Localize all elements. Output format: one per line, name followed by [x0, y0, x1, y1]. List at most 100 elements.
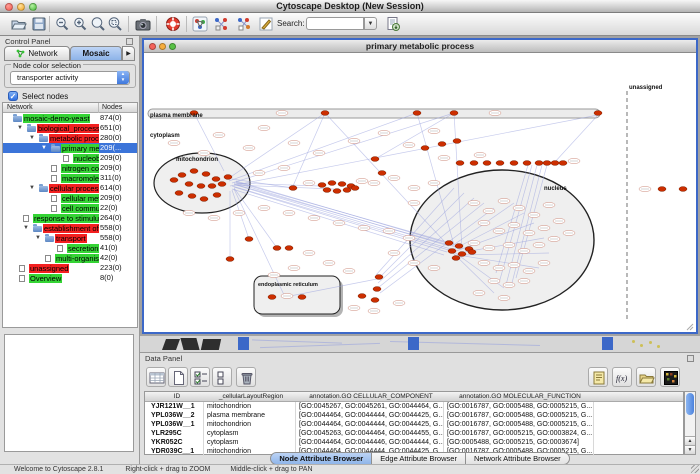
network-node[interactable]: [343, 188, 351, 193]
tree-row[interactable]: cellular metabo209(0): [3, 193, 137, 203]
tree-row[interactable]: Overview8(0): [3, 273, 137, 283]
network-node[interactable]: [328, 181, 336, 186]
network-node[interactable]: [175, 191, 183, 196]
delete-attribute-icon[interactable]: [236, 367, 256, 387]
network-node[interactable]: [375, 275, 383, 280]
tree-row[interactable]: ▼establishment of lo558(0): [3, 223, 137, 233]
network-node[interactable]: [170, 178, 178, 183]
network-node[interactable]: [208, 184, 216, 189]
unselect-all-attributes-icon[interactable]: [212, 367, 232, 387]
select-all-attributes-icon[interactable]: [190, 367, 210, 387]
expand-arrow-icon[interactable]: ▼: [29, 183, 35, 193]
network-node[interactable]: [321, 111, 329, 116]
table-scrollbar[interactable]: ▲ ▼: [684, 391, 696, 455]
search-input[interactable]: [306, 17, 364, 30]
layout-icon[interactable]: [211, 15, 231, 33]
scroll-up-icon[interactable]: ▲: [685, 436, 695, 445]
network-node[interactable]: [197, 184, 205, 189]
network-node[interactable]: [523, 161, 531, 166]
network-node[interactable]: [226, 257, 234, 262]
tab-mosaic[interactable]: Mosaic: [70, 46, 122, 61]
expand-arrow-icon[interactable]: ▼: [35, 233, 41, 243]
network-node[interactable]: [413, 111, 421, 116]
import-network-icon[interactable]: [383, 15, 403, 33]
network-node[interactable]: [679, 187, 687, 192]
search-dropdown-icon[interactable]: ▼: [364, 17, 377, 30]
network-node[interactable]: [268, 295, 276, 300]
network-node[interactable]: [456, 161, 464, 166]
snapshot-icon[interactable]: [133, 15, 153, 33]
network-node[interactable]: [510, 161, 518, 166]
network-node[interactable]: [452, 256, 460, 261]
network-node[interactable]: [212, 177, 220, 182]
attribute-notes-icon[interactable]: [588, 367, 608, 387]
attribute-table-header[interactable]: ID_cellularLayoutRegionannotation.GO CEL…: [145, 392, 683, 402]
network-node[interactable]: [245, 237, 253, 242]
float-panel-icon[interactable]: [126, 38, 133, 45]
node-color-dropdown[interactable]: transporter activity ▲▼: [10, 71, 130, 85]
network-node[interactable]: [543, 161, 551, 166]
network-node[interactable]: [224, 175, 232, 180]
table-row[interactable]: YPL036W__2plasma membrane[GO:0044464, GO…: [145, 411, 683, 420]
tree-row[interactable]: response to stimulu264(0): [3, 213, 137, 223]
network-view-window[interactable]: primary metabolic process plasma membran…: [142, 38, 698, 334]
tree-row[interactable]: unassigned223(0): [3, 263, 137, 273]
network-view-titlebar[interactable]: primary metabolic process: [144, 40, 696, 53]
tree-row[interactable]: ▼transport558(0): [3, 233, 137, 243]
network-node[interactable]: [450, 111, 458, 116]
network-node[interactable]: [448, 249, 456, 254]
expand-arrow-icon[interactable]: ▼: [17, 123, 23, 133]
network-node[interactable]: [202, 172, 210, 177]
tree-row[interactable]: ▼cellular process614(0): [3, 183, 137, 193]
network-node[interactable]: [298, 295, 306, 300]
network-node[interactable]: [178, 173, 186, 178]
table-row[interactable]: YPL036W__1mitochondrion[GO:0044464, GO:0…: [145, 420, 683, 429]
network-node[interactable]: [289, 186, 297, 191]
network-node[interactable]: [200, 197, 208, 202]
tree-row[interactable]: nitrogen compo209(0): [3, 163, 137, 173]
network-node[interactable]: [559, 161, 567, 166]
network-node[interactable]: [338, 182, 346, 187]
column-header[interactable]: annotation.GO MOLECULAR_FUNCTION: [445, 393, 595, 400]
annotations-icon[interactable]: [256, 15, 276, 33]
function-builder-icon[interactable]: f(x): [612, 367, 632, 387]
network-node[interactable]: [535, 161, 543, 166]
network-node[interactable]: [185, 182, 193, 187]
network-node[interactable]: [445, 241, 453, 246]
network-node[interactable]: [371, 157, 379, 162]
expand-arrow-icon[interactable]: ▼: [41, 143, 47, 153]
tree-row[interactable]: nucleobase-209(0): [3, 153, 137, 163]
network-node[interactable]: [453, 139, 461, 144]
table-row[interactable]: YLR295Ccytoplasm[GO:0045263, GO:0044464,…: [145, 429, 683, 438]
column-header[interactable]: annotation.GO CELLULAR_COMPONENT: [297, 393, 445, 400]
tree-row[interactable]: ▼primary metabo209(...: [3, 143, 137, 153]
network-node[interactable]: [421, 146, 429, 151]
tab-overflow-arrow-icon[interactable]: ▶: [122, 46, 135, 61]
tree-row[interactable]: macromolecule311(0): [3, 173, 137, 183]
new-attribute-icon[interactable]: [168, 367, 188, 387]
network-node[interactable]: [470, 161, 478, 166]
network-node[interactable]: [468, 250, 476, 255]
network-node[interactable]: [658, 187, 666, 192]
expand-arrow-icon[interactable]: ▼: [29, 133, 35, 143]
network-node[interactable]: [351, 186, 359, 191]
attribute-matrix-icon[interactable]: [660, 367, 680, 387]
tab-network[interactable]: Network: [4, 46, 70, 61]
canvas-resize-grip[interactable]: [687, 324, 693, 330]
network-node[interactable]: [496, 161, 504, 166]
network-node[interactable]: [378, 171, 386, 176]
network-overview-navigator[interactable]: [4, 334, 134, 452]
network-node[interactable]: [213, 193, 221, 198]
tree-row[interactable]: secretion41(0): [3, 243, 137, 253]
import-attributes-icon[interactable]: [636, 367, 656, 387]
vizmapper-icon[interactable]: [190, 15, 210, 33]
column-header[interactable]: _cellularLayoutRegion: [205, 393, 297, 400]
tree-row[interactable]: multi-organism pro42(0): [3, 253, 137, 263]
table-row[interactable]: YKR052Ccytoplasm[GO:0044464, GO:0044446,…: [145, 438, 683, 447]
network-node[interactable]: [594, 111, 602, 116]
network-node[interactable]: [551, 161, 559, 166]
tree-row[interactable]: ▼metabolic process280(0): [3, 133, 137, 143]
network-node[interactable]: [273, 246, 281, 251]
window-resize-grip[interactable]: [691, 465, 699, 473]
zoom-selected-icon[interactable]: [105, 15, 125, 33]
